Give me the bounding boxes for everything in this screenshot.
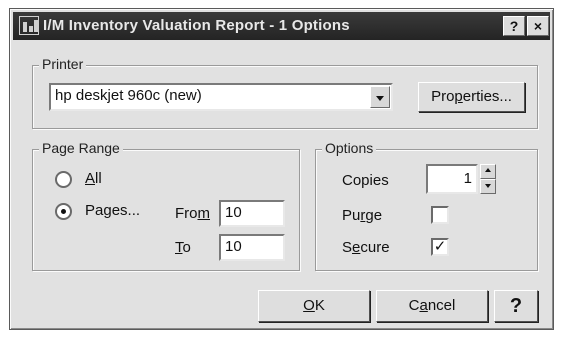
copies-up-arrow-icon[interactable] (480, 164, 496, 179)
properties-button[interactable]: Properties... (418, 82, 525, 112)
from-page-input[interactable]: 10 (219, 200, 285, 227)
printer-group: Printer hp deskjet 960c (new) Properties… (32, 56, 538, 129)
options-dialog: I/M Inventory Valuation Report - 1 Optio… (9, 8, 554, 330)
window-title: I/M Inventory Valuation Report - 1 Optio… (43, 17, 350, 34)
to-page-input[interactable]: 10 (219, 234, 285, 261)
help-button[interactable]: ? (494, 290, 538, 322)
secure-label: Secure (342, 239, 390, 256)
close-button[interactable]: × (527, 16, 549, 36)
purge-label: Purge (342, 207, 383, 224)
pages-label[interactable]: Pages... (85, 202, 140, 219)
copies-label: Copies (342, 172, 389, 189)
purge-checkbox[interactable] (431, 206, 449, 224)
from-label: From (175, 205, 210, 222)
printer-select-value: hp deskjet 960c (new) (55, 87, 202, 104)
all-radio[interactable] (55, 171, 72, 188)
cancel-button[interactable]: Cancel (376, 290, 488, 322)
radio-selected-dot (61, 209, 66, 214)
secure-checkbox[interactable]: ✓ (431, 238, 449, 256)
to-label: To (175, 239, 191, 256)
all-label[interactable]: All (85, 170, 102, 187)
page-range-group: Page Range All Pages... From 10 To 10 (32, 140, 300, 271)
copies-input[interactable]: 1 (426, 164, 478, 194)
help-title-button[interactable]: ? (503, 16, 525, 36)
options-legend: Options (322, 140, 377, 156)
copies-down-arrow-icon[interactable] (480, 179, 496, 194)
ok-button[interactable]: OK (258, 290, 370, 322)
report-icon (19, 16, 39, 35)
printer-select[interactable]: hp deskjet 960c (new) (49, 83, 393, 111)
printer-legend: Printer (39, 56, 87, 72)
page-range-legend: Page Range (39, 140, 123, 156)
chevron-down-icon[interactable] (370, 86, 390, 108)
title-bar[interactable]: I/M Inventory Valuation Report - 1 Optio… (13, 12, 550, 40)
pages-radio[interactable] (55, 203, 72, 220)
check-mark-icon: ✓ (433, 238, 447, 255)
options-group: Options Copies 1 Purge Secure ✓ (315, 140, 538, 271)
